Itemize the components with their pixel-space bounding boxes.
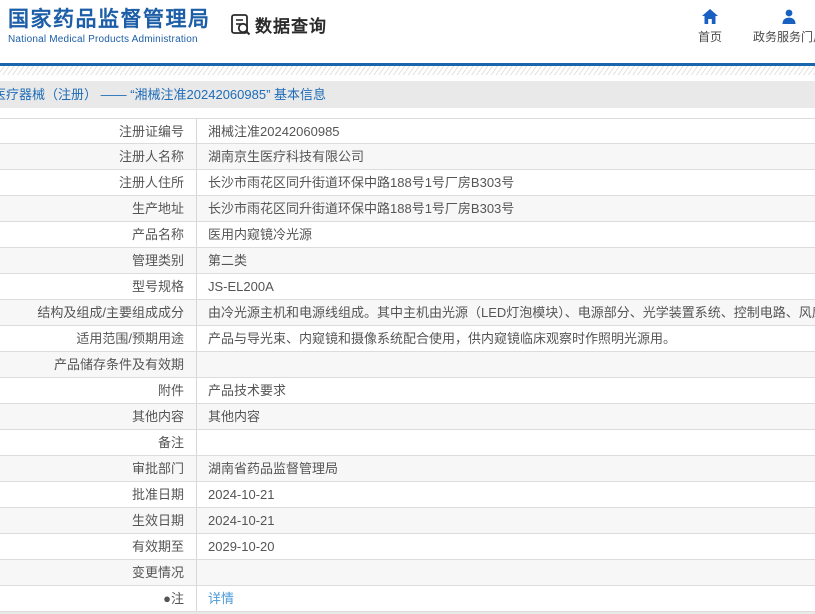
row-value: 长沙市雨花区同升街道环保中路188号1号厂房B303号 [208, 175, 515, 190]
logo-title: 国家药品监督管理局 [8, 8, 211, 31]
data-query-heading: 数据查询 [228, 12, 327, 37]
table-row: 附件 产品技术要求 [0, 378, 815, 404]
header: 国家药品监督管理局 National Medical Products Admi… [0, 0, 815, 63]
row-label: 变更情况 [0, 560, 197, 585]
row-label: 有效期至 [0, 534, 197, 559]
row-label: 注册人名称 [0, 144, 197, 169]
home-icon [702, 9, 718, 24]
table-row: ●注 详情 [0, 586, 815, 612]
table-row: 适用范围/预期用途 产品与导光束、内窥镜和摄像系统配合使用，供内窥镜临床观察时作… [0, 326, 815, 352]
registration-info-table: 注册证编号 湘械注准20242060985 注册人名称 湖南京生医疗科技有限公司… [0, 118, 815, 612]
detail-link[interactable]: 详情 [208, 591, 234, 606]
nav-home[interactable]: 首页 [692, 9, 728, 45]
row-value: 详情 [197, 586, 815, 611]
row-label: ●注 [0, 586, 197, 611]
stripe-band [0, 66, 815, 75]
row-label: 备注 [0, 430, 197, 455]
row-value: 其他内容 [208, 409, 261, 424]
row-value: 2024-10-21 [208, 487, 275, 502]
row-label: 审批部门 [0, 456, 197, 481]
row-label: 产品名称 [0, 222, 197, 247]
nav-home-label: 首页 [697, 30, 722, 44]
row-value: 长沙市雨花区同升街道环保中路188号1号厂房B303号 [208, 201, 515, 216]
table-row: 生产地址 长沙市雨花区同升街道环保中路188号1号厂房B303号 [0, 196, 815, 222]
row-label: 结构及组成/主要组成成分 [0, 300, 197, 325]
breadcrumb-text: 医疗器械（注册） —— “湘械注准20242060985” 基本信息 [0, 87, 327, 102]
table-row: 变更情况 [0, 560, 815, 586]
row-value: JS-EL200A [208, 279, 274, 294]
table-row: 生效日期 2024-10-21 [0, 508, 815, 534]
row-value: 第二类 [208, 253, 248, 268]
table-row: 注册人名称 湖南京生医疗科技有限公司 [0, 144, 815, 170]
row-label: 产品储存条件及有效期 [0, 352, 197, 377]
row-value: 由冷光源主机和电源线组成。其中主机由光源（LED灯泡模块）、电源部分、光学装置系… [208, 305, 815, 320]
table-row: 注册证编号 湘械注准20242060985 [0, 118, 815, 144]
data-query-label: 数据查询 [255, 17, 327, 36]
table-row: 备注 [0, 430, 815, 456]
row-label: 注册证编号 [0, 119, 197, 143]
table-row: 型号规格 JS-EL200A [0, 274, 815, 300]
table-row: 有效期至 2029-10-20 [0, 534, 815, 560]
row-label: 批准日期 [0, 482, 197, 507]
table-row: 审批部门 湖南省药品监督管理局 [0, 456, 815, 482]
row-value [197, 560, 815, 585]
row-value: 2029-10-20 [208, 539, 275, 554]
row-label: 适用范围/预期用途 [0, 326, 197, 351]
table-row: 注册人住所 长沙市雨花区同升街道环保中路188号1号厂房B303号 [0, 170, 815, 196]
table-row: 其他内容 其他内容 [0, 404, 815, 430]
row-label: 管理类别 [0, 248, 197, 273]
table-row: 批准日期 2024-10-21 [0, 482, 815, 508]
nav-portal[interactable]: 政务服务门户 [746, 9, 815, 45]
nmpa-logo[interactable]: 国家药品监督管理局 National Medical Products Admi… [8, 7, 211, 45]
row-label: 附件 [0, 378, 197, 403]
row-label: 注册人住所 [0, 170, 197, 195]
table-row: 产品储存条件及有效期 [0, 352, 815, 378]
row-label: 生产地址 [0, 196, 197, 221]
row-value: 产品技术要求 [208, 383, 287, 398]
row-value [197, 430, 815, 455]
row-value: 产品与导光束、内窥镜和摄像系统配合使用，供内窥镜临床观察时作照明光源用。 [208, 331, 677, 346]
row-value: 湖南京生医疗科技有限公司 [208, 149, 365, 164]
table-row: 管理类别 第二类 [0, 248, 815, 274]
row-value: 2024-10-21 [208, 513, 275, 528]
breadcrumb: 医疗器械（注册） —— “湘械注准20242060985” 基本信息 [0, 81, 815, 108]
row-label: 其他内容 [0, 404, 197, 429]
row-value [197, 352, 815, 377]
logo-subtitle: National Medical Products Administration [8, 34, 198, 45]
row-value: 医用内窥镜冷光源 [208, 227, 313, 242]
table-row: 结构及组成/主要组成成分 由冷光源主机和电源线组成。其中主机由光源（LED灯泡模… [0, 300, 815, 326]
table-row: 产品名称 医用内窥镜冷光源 [0, 222, 815, 248]
row-value: 湖南省药品监督管理局 [208, 461, 339, 476]
row-label: 生效日期 [0, 508, 197, 533]
page: 国家药品监督管理局 National Medical Products Admi… [0, 0, 815, 614]
row-value: 湘械注准20242060985 [208, 124, 340, 139]
nav-portal-label: 政务服务门户 [752, 30, 815, 44]
user-icon [781, 9, 797, 24]
document-search-icon [228, 12, 253, 37]
row-label: 型号规格 [0, 274, 197, 299]
